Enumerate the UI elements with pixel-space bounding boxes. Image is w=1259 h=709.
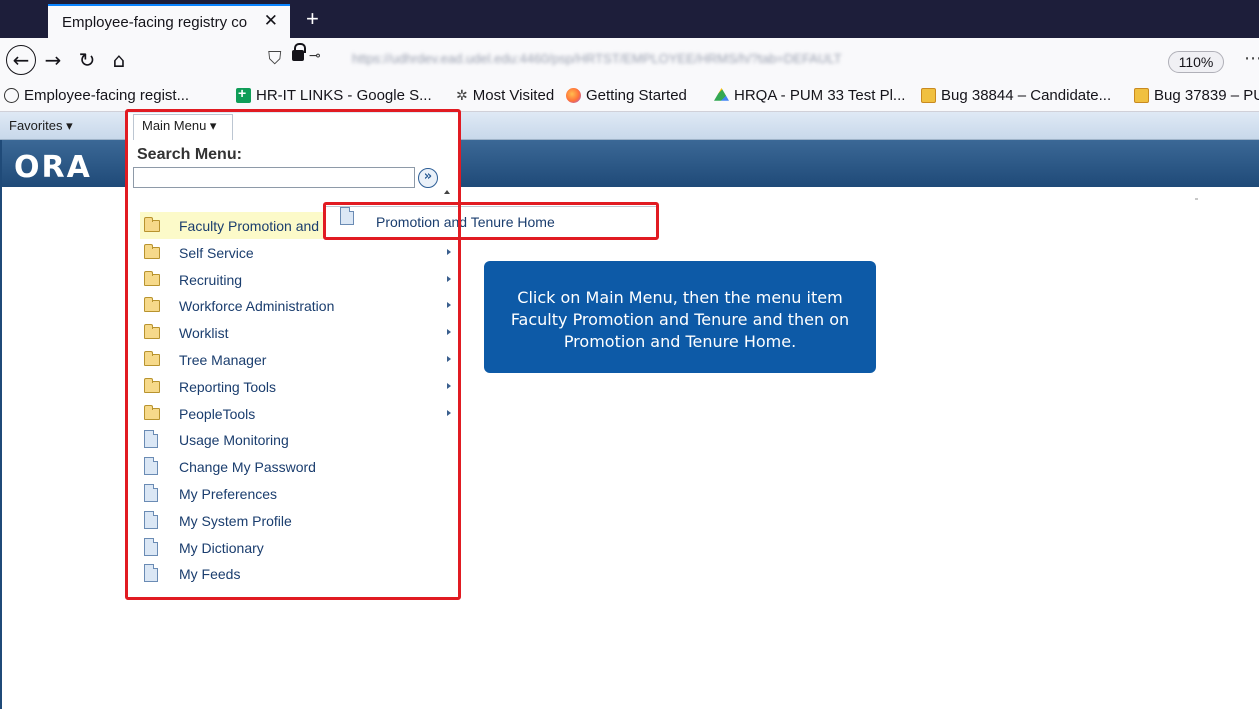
home-icon[interactable]: ⌂: [104, 45, 134, 75]
bookmark-label: HR-IT LINKS - Google S...: [256, 87, 432, 104]
drive-icon: [714, 88, 729, 101]
browser-tab-strip: Employee-facing registry co ✕ +: [0, 0, 1259, 38]
firefox-icon: [566, 88, 581, 103]
back-icon[interactable]: ←: [6, 45, 36, 75]
bookmark-item[interactable]: ✲ Most Visited: [456, 87, 554, 104]
overflow-menu-icon[interactable]: ⋯: [1244, 48, 1259, 69]
bookmark-item[interactable]: Getting Started: [566, 87, 687, 104]
bookmark-label: Employee-facing regist...: [24, 87, 190, 104]
zoom-level-button[interactable]: 110%: [1168, 51, 1224, 73]
oracle-logo: ORA: [14, 150, 92, 185]
reload-icon[interactable]: ↻: [72, 45, 102, 75]
browser-tab[interactable]: Employee-facing registry co ✕: [48, 4, 290, 38]
bookmark-label: Most Visited: [472, 87, 555, 104]
page-mark: [1195, 198, 1198, 200]
bookmarks-toolbar: Employee-facing regist... HR-IT LINKS - …: [0, 84, 1259, 112]
tab-title: Employee-facing registry co: [62, 13, 248, 31]
bookmark-item[interactable]: Bug 37839 – PU: [1134, 87, 1259, 104]
favorites-menu[interactable]: Favorites ▾: [9, 118, 73, 134]
lock-icon[interactable]: [292, 43, 306, 61]
bookmark-label: Getting Started: [586, 87, 687, 104]
bookmark-label: Bug 37839 – PU: [1154, 87, 1259, 104]
gear-icon: ✲: [456, 87, 468, 103]
bookmark-item[interactable]: HR-IT LINKS - Google S...: [236, 85, 432, 104]
bug-icon: [1134, 88, 1149, 103]
new-tab-button[interactable]: +: [306, 6, 319, 32]
bug-icon: [921, 88, 936, 103]
bookmark-label: HRQA - PUM 33 Test Pl...: [734, 87, 906, 104]
close-tab-icon[interactable]: ✕: [264, 11, 278, 31]
globe-icon: [4, 88, 19, 103]
forward-icon[interactable]: →: [38, 45, 68, 75]
sheets-icon: [236, 85, 251, 103]
tracking-shield-icon[interactable]: ⛉: [268, 48, 282, 69]
browser-nav-bar: ← → ↻ ⌂ ⛉ ⊸ https://udhrdev.ead.udel.edu…: [0, 38, 1259, 84]
bookmark-item[interactable]: Bug 38844 – Candidate...: [921, 87, 1111, 104]
key-icon[interactable]: ⊸: [309, 48, 321, 64]
bookmark-label: Bug 38844 – Candidate...: [941, 87, 1112, 104]
bookmark-item[interactable]: HRQA - PUM 33 Test Pl...: [714, 87, 905, 104]
annotation-box-submenu: [323, 202, 659, 240]
instruction-callout: Click on Main Menu, then the menu item F…: [484, 261, 876, 373]
url-bar[interactable]: ⛉ ⊸ https://udhrdev.ead.udel.edu:4460/ps…: [262, 43, 1259, 76]
bookmark-item[interactable]: Employee-facing regist...: [4, 87, 189, 104]
screen: Employee-facing registry co ✕ + ← → ↻ ⌂ …: [0, 0, 1259, 709]
url-text[interactable]: https://udhrdev.ead.udel.edu:4460/psp/HR…: [352, 51, 842, 66]
page-left-border: [0, 140, 10, 709]
annotation-box-main-menu: [125, 109, 461, 600]
